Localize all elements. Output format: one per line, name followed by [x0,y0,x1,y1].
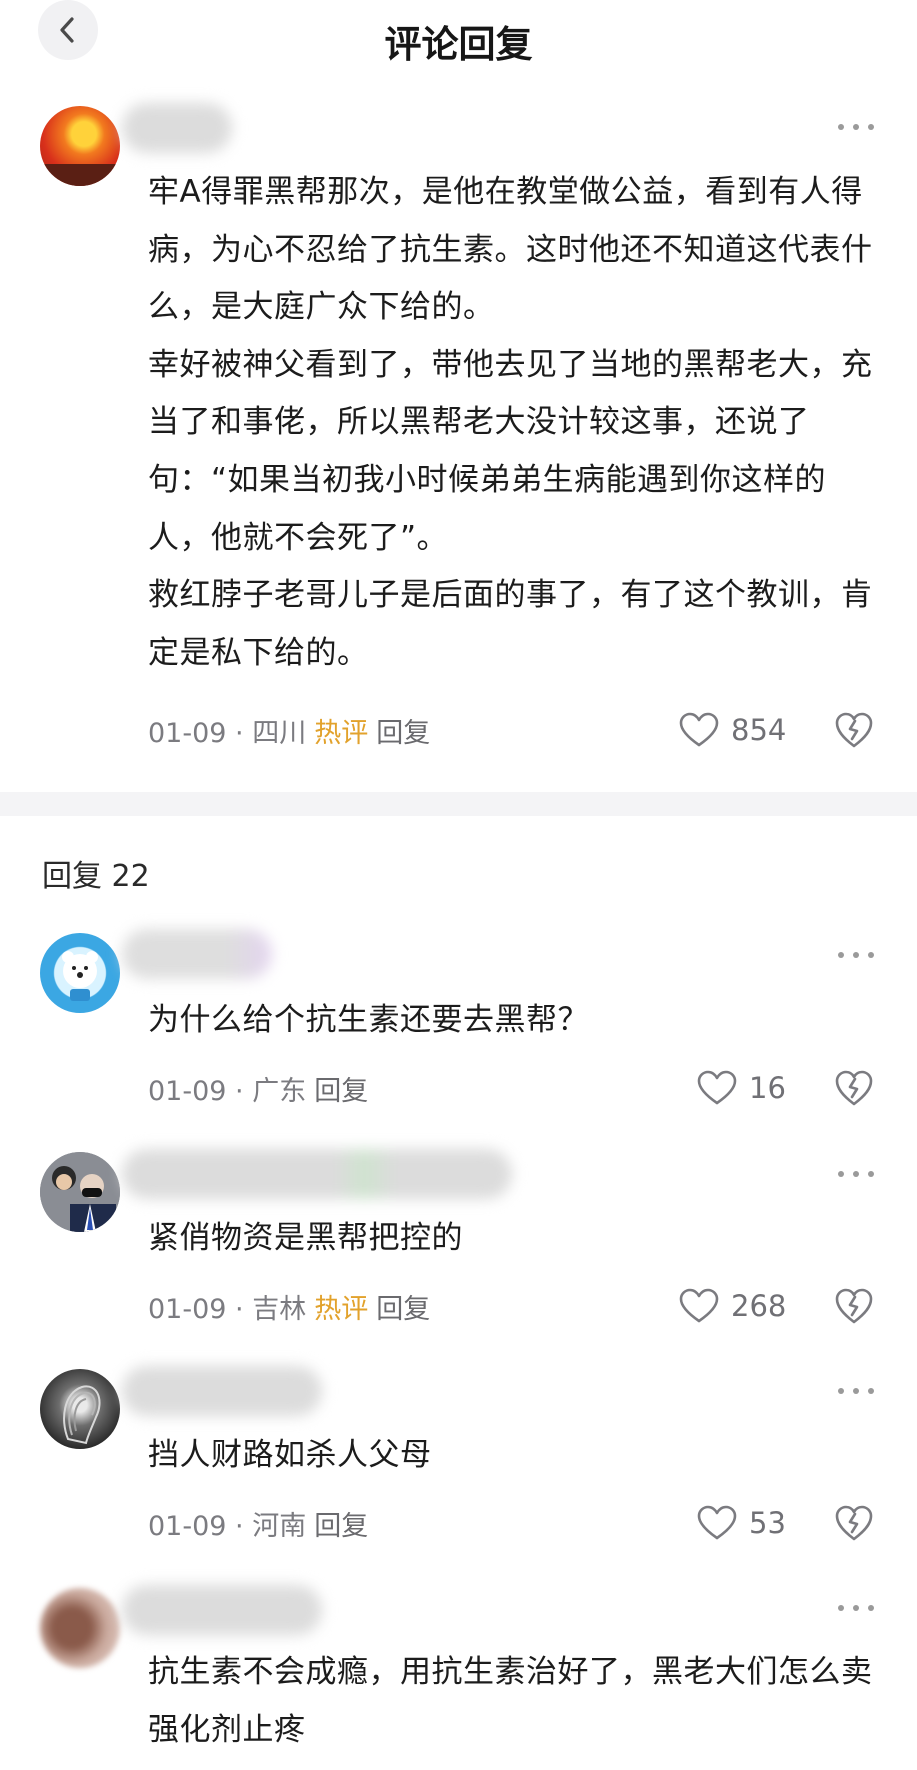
reply-button[interactable]: 回复 [376,1287,430,1326]
heart-icon [679,712,719,747]
avatar[interactable] [40,1588,120,1668]
avatar[interactable] [40,1152,120,1232]
comment-paragraph: 幸好被神父看到了，带他去见了当地的黑帮老大，充当了和事佬，所以黑帮老大没计较这事… [148,346,873,556]
more-dots-icon[interactable] [838,947,874,963]
more-dots-icon[interactable] [838,119,874,135]
broken-heart-icon[interactable] [834,710,874,750]
date-location: 01-09 · 吉林 [148,1293,307,1325]
reply-text: 紧俏物资是黑帮把控的 [148,1220,463,1256]
like-count: 53 [749,1506,786,1540]
avatar-ground [40,164,120,186]
reply-meta: 01-09 · 河南 回复 [148,1503,368,1543]
section-divider [0,792,917,816]
like-count: 854 [731,713,787,747]
heart-icon [679,1288,719,1323]
more-dots-icon[interactable] [838,1600,874,1616]
like-count: 16 [749,1071,786,1105]
like-button[interactable]: 268 [679,1286,786,1326]
heart-icon [697,1070,737,1105]
comment-paragraph: 牢A得罪黑帮那次，是他在教堂做公益，看到有人得病，为心不忍给了抗生素。这时他还不… [148,174,873,326]
like-button[interactable]: 854 [679,710,786,750]
reply-meta: 01-09 · 广东 回复 [148,1068,368,1108]
avatar[interactable] [40,933,120,1013]
broken-heart-icon[interactable] [834,1503,874,1543]
heart-icon [697,1505,737,1540]
username-blurred[interactable] [122,1585,322,1635]
date-location: 01-09 · 河南 [148,1510,307,1542]
header-bar: 评论回复 [0,0,917,72]
page-title: 评论回复 [384,23,533,66]
replies-count: 回复 22 [42,859,150,894]
date-location: 01-09 · 广东 [148,1075,307,1107]
username-blurred[interactable] [122,1366,322,1416]
comment-text: 牢A得罪黑帮那次，是他在教堂做公益，看到有人得病，为心不忍给了抗生素。这时他还不… [148,164,878,682]
username-blurred[interactable] [122,929,272,979]
broken-heart-icon[interactable] [834,1068,874,1108]
comment-paragraph: 救红脖子老哥儿子是后面的事了，有了这个教训，肯定是私下给的。 [148,577,873,671]
broken-heart-icon[interactable] [834,1286,874,1326]
date-location: 01-09 · 四川 [148,717,307,749]
reply-button[interactable]: 回复 [314,1069,368,1108]
avatar[interactable] [40,1369,120,1449]
reply-text: 抗生素不会成瘾，用抗生素治好了，黑老大们怎么卖强化剂止疼 [148,1654,873,1748]
hot-badge: 热评 [314,1293,369,1325]
photo-avatar-icon [40,1152,120,1232]
bear-avatar-icon [62,951,98,1001]
sculpture-avatar-icon [63,1385,101,1445]
reply-meta: 01-09 · 吉林 热评 回复 [148,1286,430,1326]
avatar[interactable] [40,106,120,186]
more-dots-icon[interactable] [838,1166,874,1182]
like-button[interactable]: 16 [697,1068,786,1108]
username-blurred[interactable] [122,1149,512,1199]
reply-button[interactable]: 回复 [314,1504,368,1543]
comment-meta: 01-09 · 四川 热评 回复 [148,710,430,750]
reply-text: 为什么给个抗生素还要去黑帮？ [148,1002,589,1038]
reply-text: 挡人财路如杀人父母 [148,1437,432,1473]
hot-badge: 热评 [314,717,369,749]
like-button[interactable]: 53 [697,1503,786,1543]
reply-button[interactable]: 回复 [376,711,430,750]
more-dots-icon[interactable] [838,1383,874,1399]
username-blurred[interactable] [122,103,232,153]
like-count: 268 [731,1289,787,1323]
